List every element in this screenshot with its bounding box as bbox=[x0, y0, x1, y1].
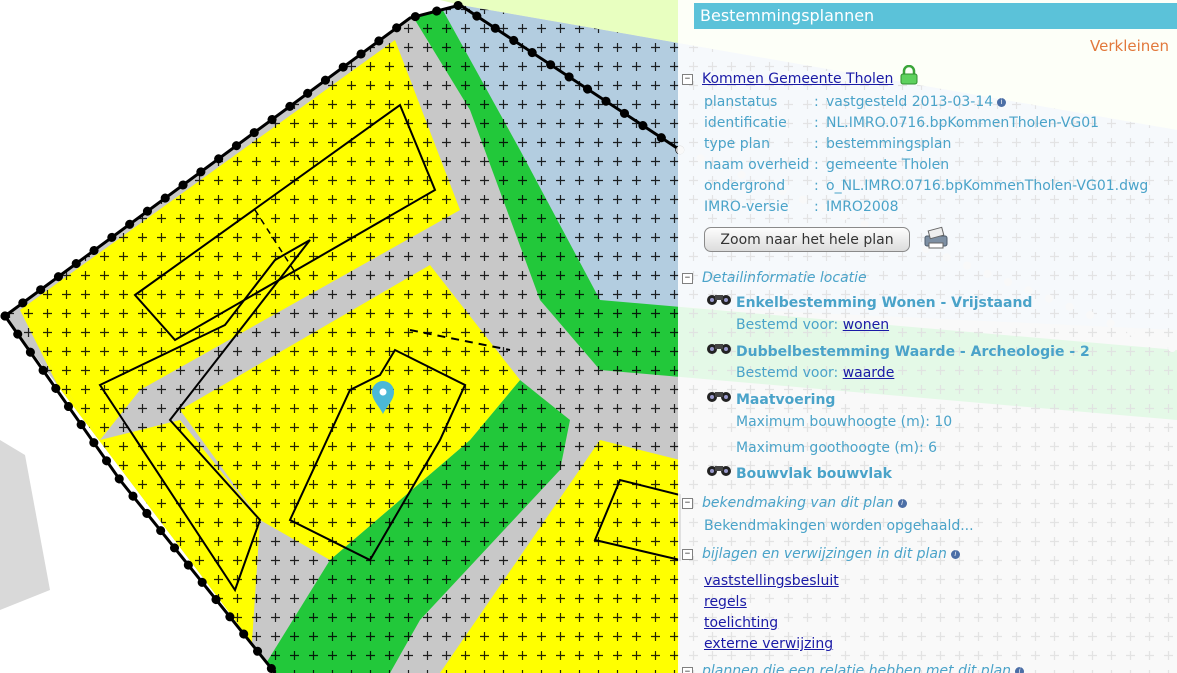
collapse-related-toggle[interactable]: − bbox=[682, 667, 693, 673]
feature-detail-label: Bestemd voor: bbox=[736, 317, 839, 333]
property-value: vastgesteld 2013-03-14 bbox=[826, 94, 994, 110]
shrink-link[interactable]: Verkleinen bbox=[1090, 37, 1169, 55]
plan-info-panel: Bestemmingsplannen Verkleinen − Kommen G… bbox=[678, 0, 1177, 673]
property-key: IMRO-versie bbox=[704, 199, 789, 215]
info-icon[interactable]: i bbox=[950, 549, 960, 559]
property-key: planstatus bbox=[704, 94, 778, 110]
feature-detail: Maximum goothoogte (m): 6 bbox=[736, 440, 938, 456]
binoculars-icon[interactable] bbox=[706, 463, 732, 477]
binoculars-icon[interactable] bbox=[706, 341, 732, 355]
property-row-type-plan: type plan: bestemmingsplan bbox=[704, 136, 951, 152]
info-icon[interactable]: i bbox=[897, 498, 907, 508]
feature-detail: Bestemd voor: waarde bbox=[736, 365, 894, 381]
property-row-planstatus: planstatus: vastgesteld 2013-03-14 i bbox=[704, 94, 1007, 110]
property-value: o_NL.IMRO.0716.bpKommenTholen-VG01.dwg bbox=[826, 178, 1149, 194]
property-key: identificatie bbox=[704, 115, 787, 131]
property-separator: : bbox=[814, 178, 819, 194]
property-separator: : bbox=[814, 115, 819, 131]
detail-heading: Detailinformatie locatie bbox=[702, 270, 867, 286]
related-heading: plannen die een relatie hebben met dit p… bbox=[702, 663, 1025, 673]
announcement-heading-text: bekendmaking van dit plan bbox=[702, 495, 894, 511]
property-separator: : bbox=[814, 157, 819, 173]
property-value: NL.IMRO.0716.bpKommenTholen-VG01 bbox=[826, 115, 1100, 131]
zoom-to-plan-button[interactable]: Zoom naar het hele plan bbox=[704, 227, 910, 252]
feature-title: Dubbelbestemming Waarde - Archeologie - … bbox=[736, 344, 1090, 360]
feature-title: Enkelbestemming Wonen - Vrijstaand bbox=[736, 295, 1033, 311]
attachments-heading-text: bijlagen en verwijzingen in dit plan bbox=[702, 546, 947, 562]
plan-name-link[interactable]: Kommen Gemeente Tholen bbox=[702, 71, 893, 87]
property-separator: : bbox=[814, 94, 819, 110]
announcement-status: Bekendmakingen worden opgehaald... bbox=[704, 518, 974, 534]
property-key: type plan bbox=[704, 136, 770, 152]
announcement-heading: bekendmaking van dit plan i bbox=[702, 495, 907, 511]
info-icon[interactable]: i bbox=[997, 97, 1007, 107]
feature-detail: Bestemd voor: wonen bbox=[736, 317, 889, 333]
property-separator: : bbox=[814, 136, 819, 152]
property-row-ondergrond: ondergrond: o_NL.IMRO.0716.bpKommenTholen… bbox=[704, 178, 1148, 194]
feature-detail-label: Bestemd voor: bbox=[736, 365, 839, 381]
attachment-link[interactable]: vaststellingsbesluit bbox=[704, 573, 839, 589]
attachment-link[interactable]: regels bbox=[704, 594, 747, 610]
green-lock-icon bbox=[900, 65, 918, 85]
feature-detail: Maximum bouwhoogte (m): 10 bbox=[736, 414, 953, 430]
property-key: ondergrond bbox=[704, 178, 786, 194]
attachment-link[interactable]: toelichting bbox=[704, 615, 778, 631]
panel-title: Bestemmingsplannen bbox=[694, 3, 1177, 29]
info-icon[interactable]: i bbox=[1015, 666, 1025, 673]
collapse-detail-toggle[interactable]: − bbox=[682, 273, 693, 284]
collapse-plan-toggle[interactable]: − bbox=[682, 74, 693, 85]
property-value: gemeente Tholen bbox=[826, 157, 950, 173]
property-row-naam-overheid: naam overheid: gemeente Tholen bbox=[704, 157, 949, 173]
property-row-identificatie: identificatie: NL.IMRO.0716.bpKommenThole… bbox=[704, 115, 1099, 131]
waarde-link[interactable]: waarde bbox=[843, 365, 895, 381]
binoculars-icon[interactable] bbox=[706, 292, 732, 306]
feature-title: Bouwvlak bouwvlak bbox=[736, 466, 892, 482]
property-separator: : bbox=[814, 199, 819, 215]
attachment-link[interactable]: externe verwijzing bbox=[704, 636, 833, 652]
attachments-heading: bijlagen en verwijzingen in dit plan i bbox=[702, 546, 960, 562]
property-key: naam overheid bbox=[704, 157, 810, 173]
property-value: IMRO2008 bbox=[826, 199, 899, 215]
feature-title: Maatvoering bbox=[736, 392, 836, 408]
property-row-imro-versie: IMRO-versie: IMRO2008 bbox=[704, 199, 899, 215]
collapse-attachments-toggle[interactable]: − bbox=[682, 549, 693, 560]
related-heading-text: plannen die een relatie hebben met dit p… bbox=[702, 663, 1012, 673]
wonen-link[interactable]: wonen bbox=[843, 317, 889, 333]
property-value: bestemmingsplan bbox=[826, 136, 952, 152]
binoculars-icon[interactable] bbox=[706, 389, 732, 403]
printer-icon[interactable] bbox=[921, 226, 951, 250]
collapse-announcement-toggle[interactable]: − bbox=[682, 498, 693, 509]
